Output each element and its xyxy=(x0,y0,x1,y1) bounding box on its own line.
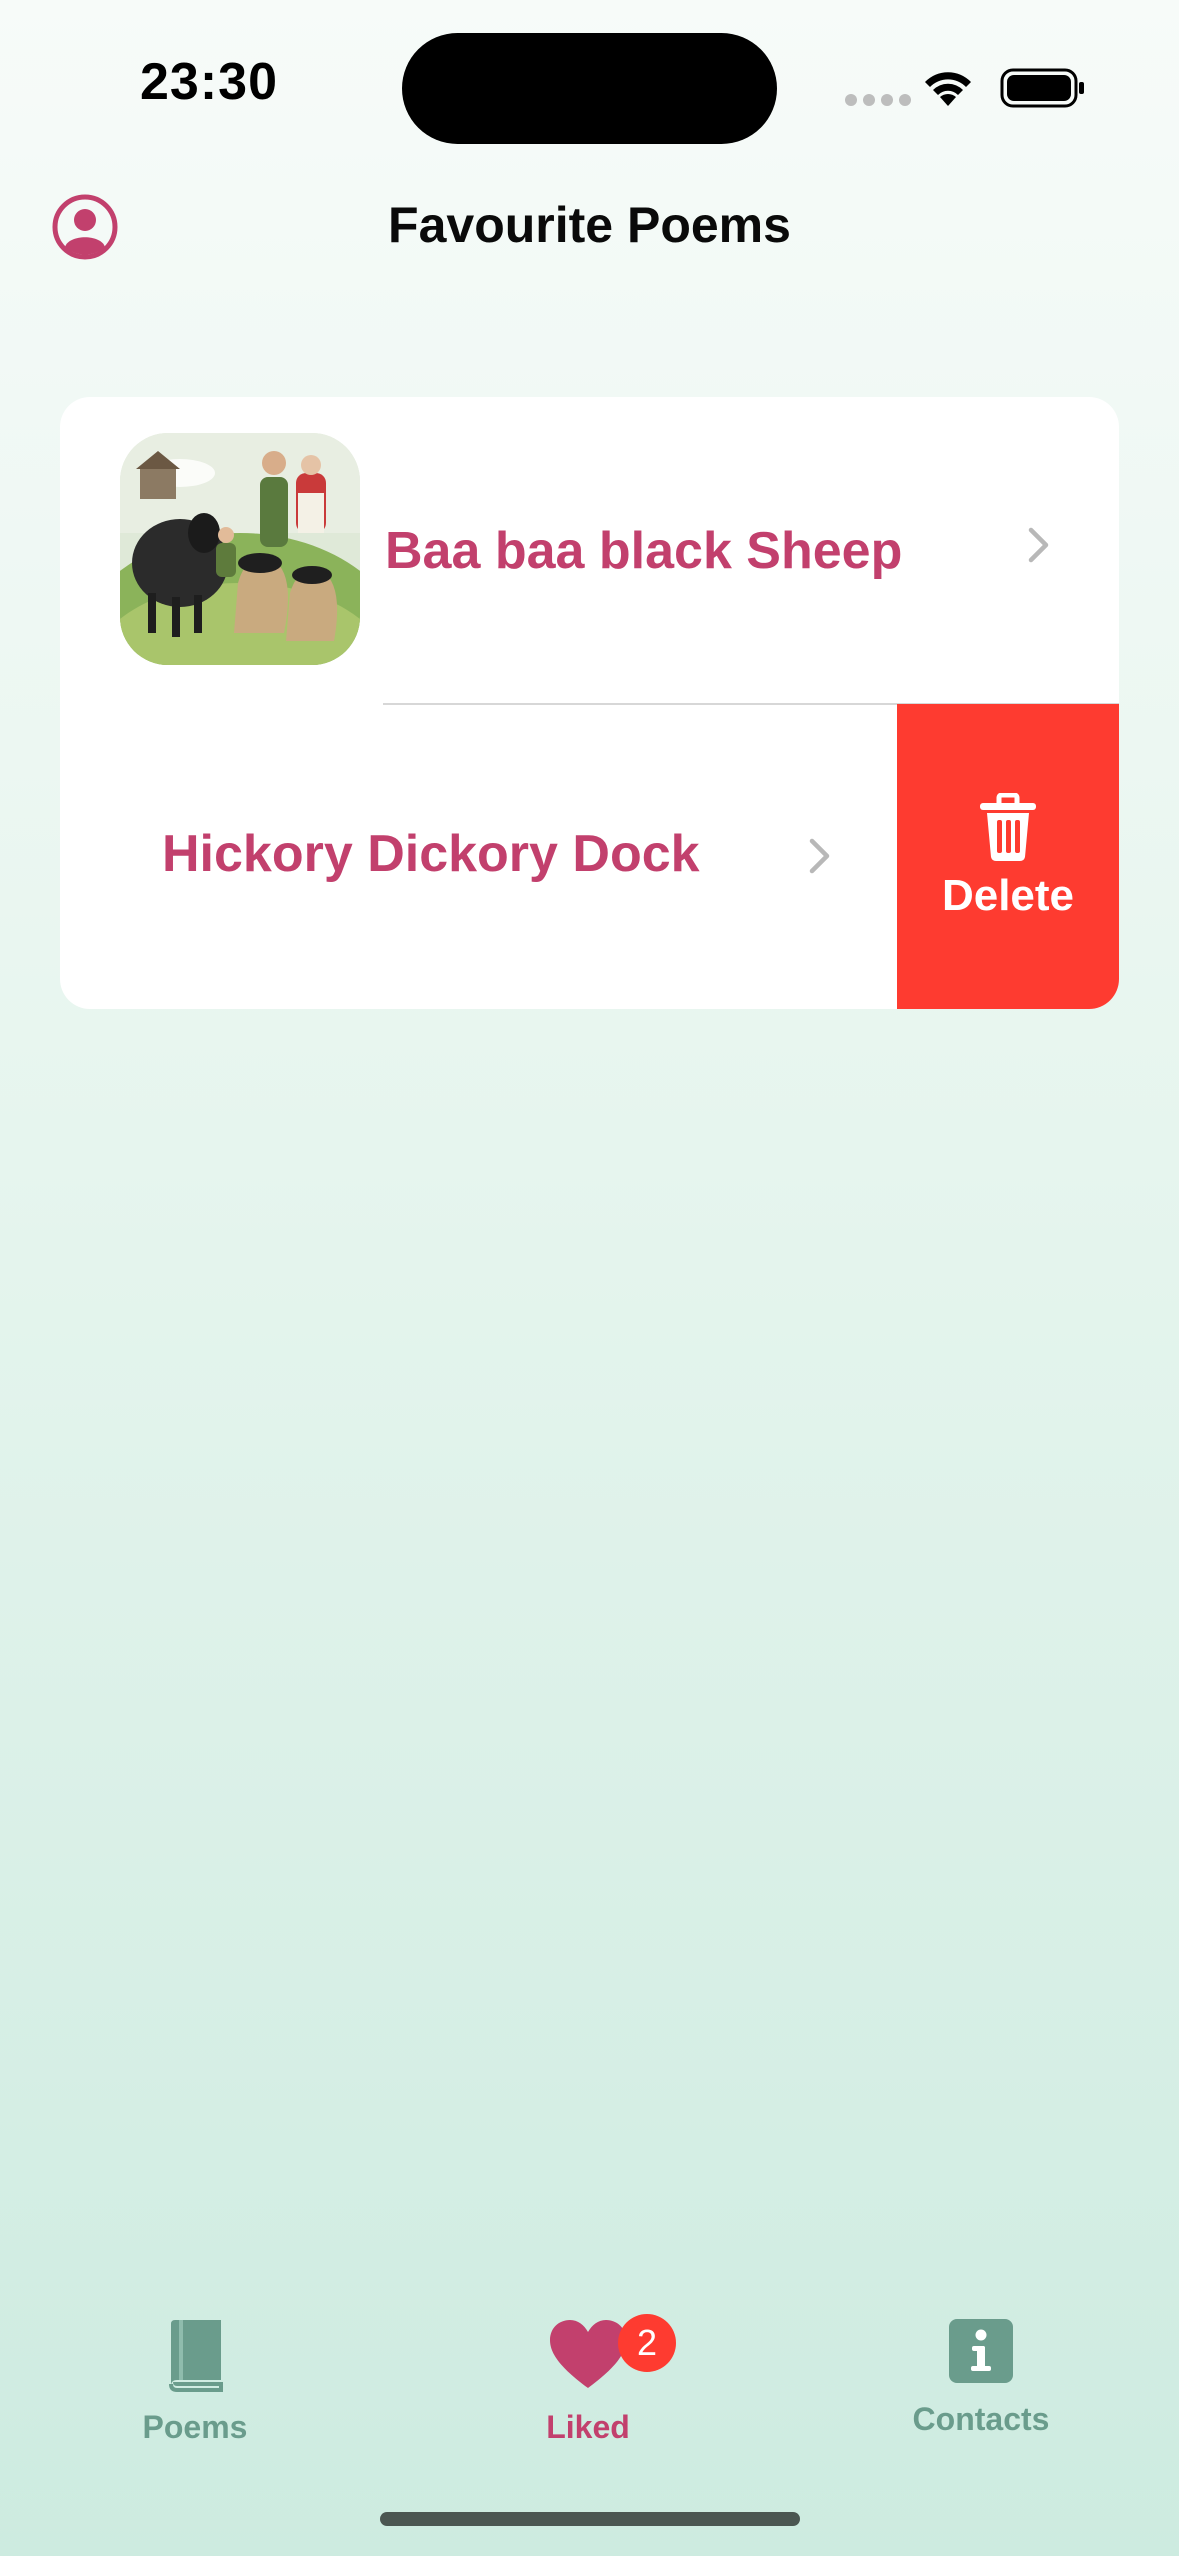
poem-title: Hickory Dickory Dock xyxy=(162,825,700,883)
chevron-right-icon xyxy=(809,838,830,874)
battery-icon xyxy=(1000,68,1084,108)
page-title: Favourite Poems xyxy=(388,197,791,253)
book-icon xyxy=(169,2320,223,2392)
black-sheep-illustration xyxy=(120,433,360,665)
tab-label: Poems xyxy=(142,2409,248,2445)
home-indicator[interactable] xyxy=(380,2512,800,2526)
liked-count-badge: 2 xyxy=(618,2314,676,2372)
cellular-signal-icon xyxy=(845,94,911,106)
heart-icon xyxy=(550,2320,626,2388)
poem-list: Baa baa black Sheep Hickory Dickory Dock… xyxy=(60,397,1119,1009)
poem-thumbnail xyxy=(120,433,360,665)
info-icon xyxy=(949,2319,1013,2383)
chevron-right-icon xyxy=(1028,527,1049,563)
delete-label: Delete xyxy=(941,870,1075,920)
delete-button[interactable]: Delete xyxy=(897,704,1119,1009)
tab-contacts[interactable]: Contacts xyxy=(831,2318,1131,2438)
list-item[interactable]: Hickory Dickory Dock Delete xyxy=(60,704,1119,1009)
wifi-icon xyxy=(925,72,971,106)
tab-poems[interactable]: Poems xyxy=(45,2318,345,2446)
list-item[interactable]: Baa baa black Sheep xyxy=(60,397,1119,703)
tab-liked[interactable]: 2 Liked xyxy=(438,2314,738,2446)
poem-title: Baa baa black Sheep xyxy=(385,522,903,580)
trash-icon xyxy=(980,792,1036,861)
tab-label: Contacts xyxy=(912,2401,1050,2437)
tab-label: Liked xyxy=(546,2409,630,2445)
status-time: 23:30 xyxy=(140,53,278,111)
dynamic-island xyxy=(402,33,777,144)
